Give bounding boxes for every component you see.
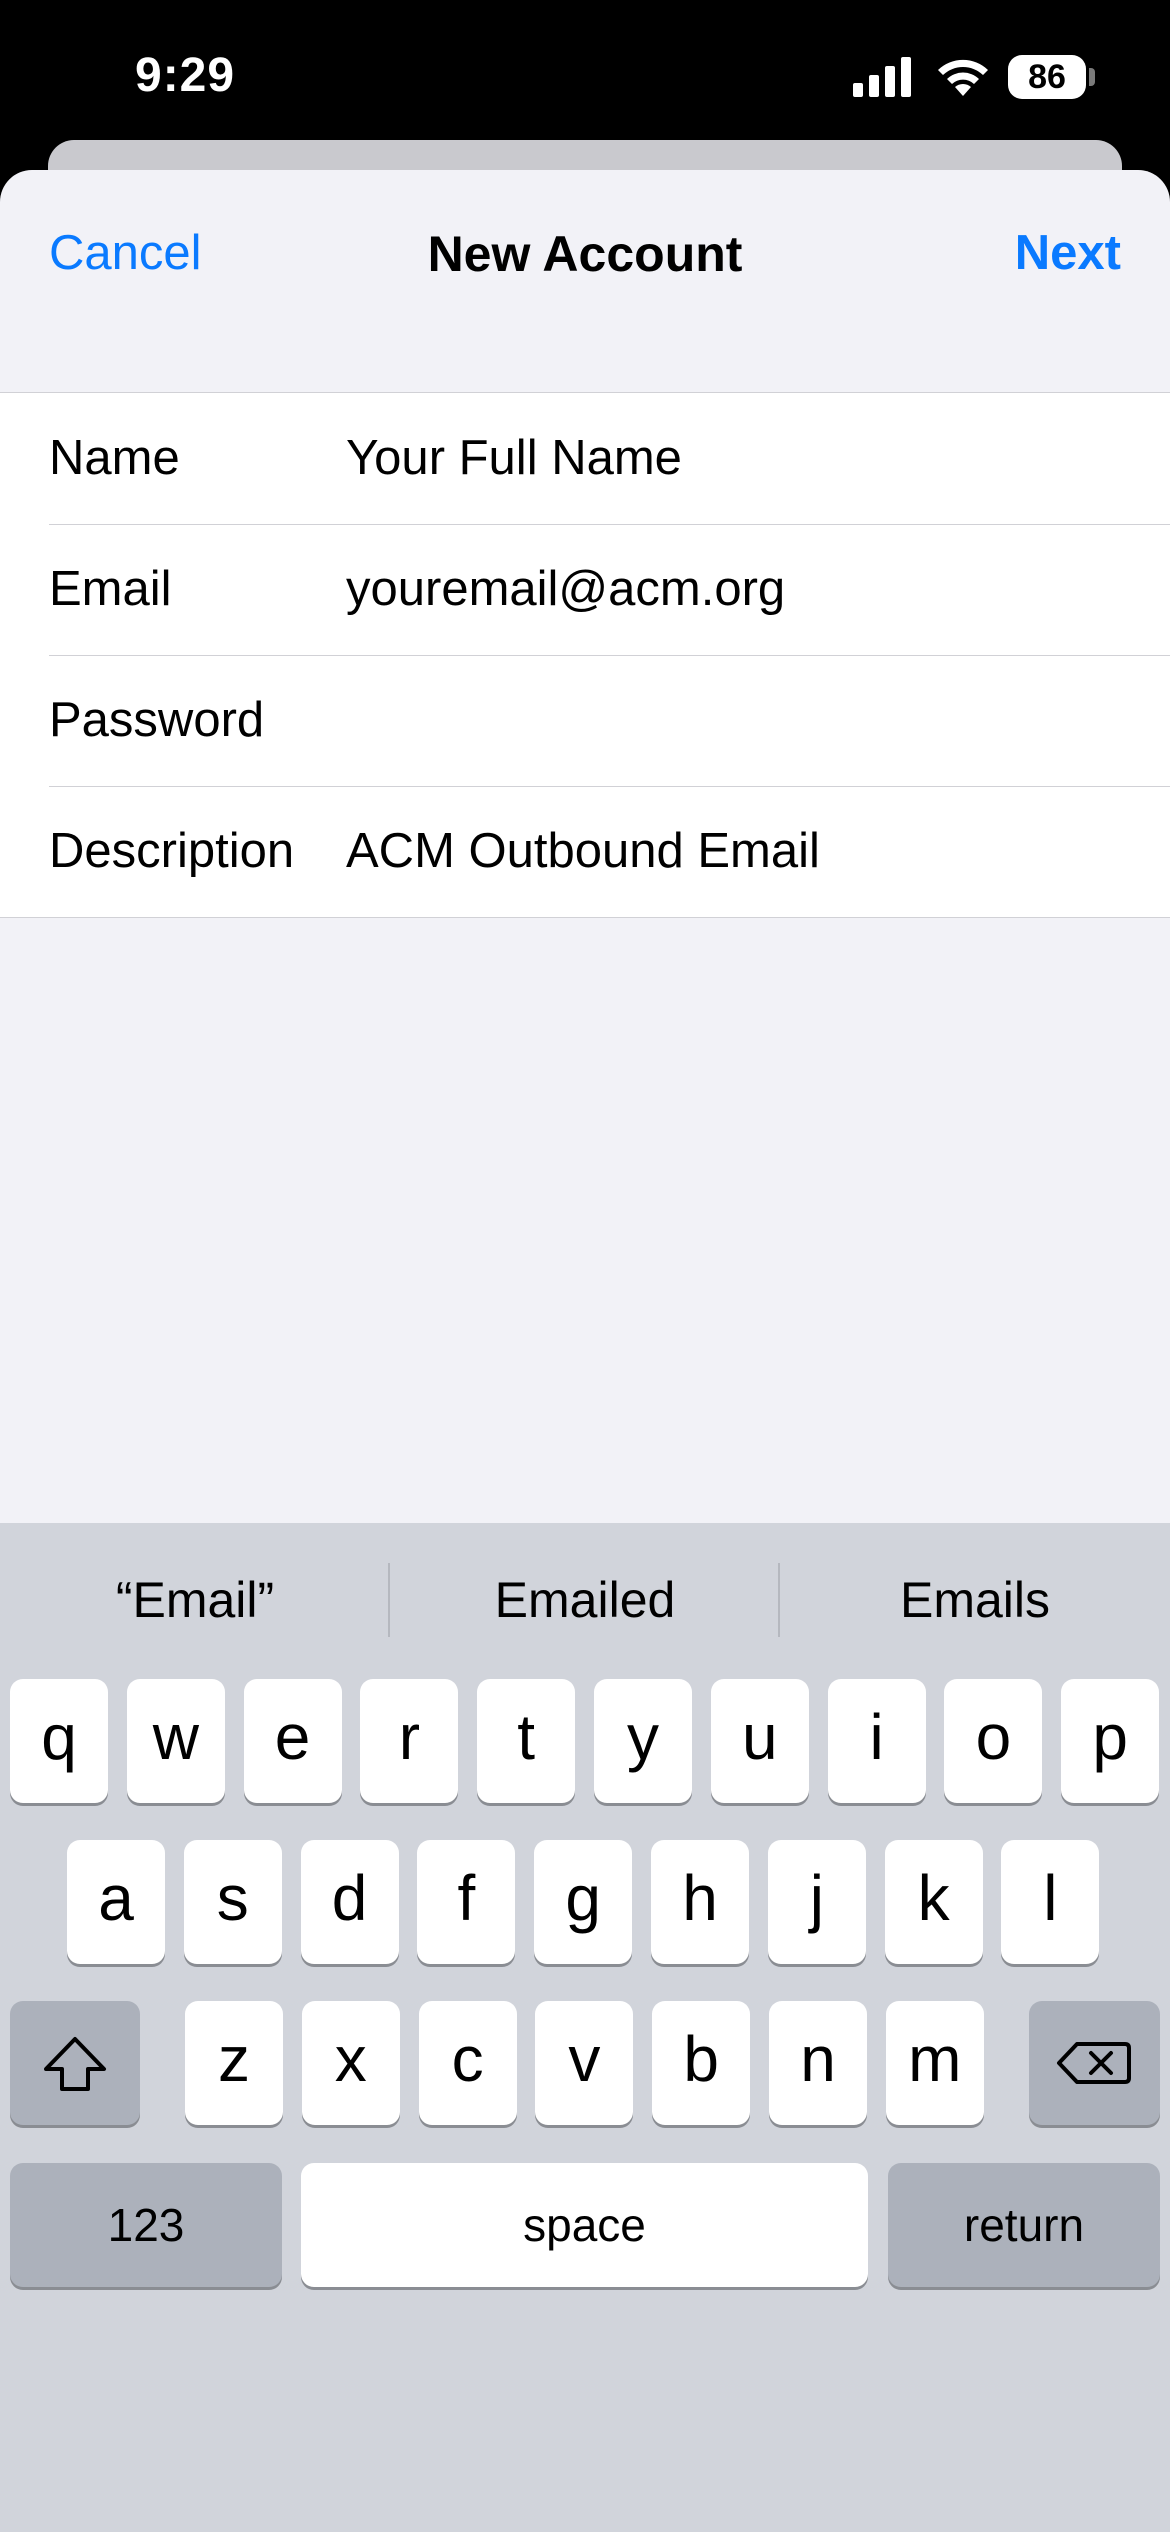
key-label: j <box>809 1862 824 1934</box>
numbers-key[interactable]: 123 <box>10 2163 282 2287</box>
cellular-signal-icon <box>853 57 911 97</box>
suggestion-2[interactable]: Emailed <box>390 1523 780 1678</box>
key-v[interactable]: v <box>535 2001 634 2125</box>
key-l[interactable]: l <box>1001 1840 1100 1964</box>
space-key[interactable]: space <box>301 2163 868 2287</box>
key-label: s <box>216 1862 249 1934</box>
key-f[interactable]: f <box>417 1840 516 1964</box>
key-label: z <box>218 2023 250 2095</box>
battery-tip <box>1089 68 1095 86</box>
key-label: y <box>627 1701 659 1773</box>
email-label: Email <box>49 562 172 616</box>
suggestion-bar: “Email” Emailed Emails <box>0 1523 1170 1678</box>
navigation-bar: Cancel New Account Next <box>0 170 1170 290</box>
key-label: e <box>274 1701 311 1773</box>
key-label: g <box>565 1862 601 1934</box>
key-j[interactable]: j <box>767 1840 866 1964</box>
new-account-sheet: Cancel New Account Next Name Your Full N… <box>0 170 1170 2532</box>
wifi-icon <box>938 59 988 96</box>
key-o[interactable]: o <box>944 1679 1043 1803</box>
key-r[interactable]: r <box>360 1679 459 1803</box>
key-label: v <box>568 2023 601 2095</box>
key-label: c <box>451 2023 484 2095</box>
key-label: x <box>334 2023 367 2095</box>
key-m[interactable]: m <box>885 2001 984 2125</box>
key-label: u <box>742 1701 778 1773</box>
keyboard: “Email” Emailed Emails q w e r t y u i o p a s d f g h j… <box>0 1523 1170 2532</box>
key-label: q <box>41 1701 77 1773</box>
key-n[interactable]: n <box>769 2001 867 2125</box>
email-field[interactable]: youremail@acm.org <box>346 524 1126 655</box>
status-time: 9:29 <box>135 49 236 102</box>
key-label: a <box>98 1862 134 1934</box>
key-h[interactable]: h <box>651 1840 749 1964</box>
key-d[interactable]: d <box>300 1840 399 1964</box>
battery-indicator: 86 <box>1008 55 1086 99</box>
key-label: w <box>152 1701 199 1773</box>
next-button[interactable]: Next <box>1015 225 1121 281</box>
key-s[interactable]: s <box>183 1840 282 1964</box>
name-label: Name <box>49 431 180 485</box>
key-label: f <box>457 1862 476 1934</box>
status-bar: 9:29 86 <box>0 0 1170 150</box>
key-label: i <box>869 1701 884 1773</box>
shift-key[interactable] <box>10 2001 140 2125</box>
key-q[interactable]: q <box>10 1679 108 1803</box>
email-row: Email youremail@acm.org <box>0 524 1170 655</box>
key-e[interactable]: e <box>243 1679 342 1803</box>
key-u[interactable]: u <box>710 1679 809 1803</box>
key-label: n <box>800 2023 836 2095</box>
key-label: d <box>331 1862 368 1934</box>
password-row: Password <box>0 655 1170 786</box>
key-b[interactable]: b <box>652 2001 751 2125</box>
key-g[interactable]: g <box>534 1840 633 1964</box>
suggestion-3[interactable]: Emails <box>780 1523 1170 1678</box>
key-label: r <box>398 1701 421 1773</box>
key-k[interactable]: k <box>884 1840 983 1964</box>
key-y[interactable]: y <box>594 1679 692 1803</box>
return-key[interactable]: return <box>888 2163 1160 2287</box>
key-a[interactable]: a <box>67 1840 165 1964</box>
page-title: New Account <box>427 226 743 282</box>
key-label: k <box>917 1862 950 1934</box>
key-t[interactable]: t <box>477 1679 576 1803</box>
key-label: b <box>683 2023 719 2095</box>
name-field[interactable]: Your Full Name <box>346 393 1126 524</box>
suggestion-1[interactable]: “Email” <box>0 1523 390 1678</box>
name-row: Name Your Full Name <box>0 393 1170 524</box>
key-x[interactable]: x <box>301 2001 400 2125</box>
key-label: p <box>1092 1701 1128 1773</box>
key-label: m <box>908 2023 962 2095</box>
key-label: t <box>517 1701 536 1773</box>
description-label: Description <box>49 824 295 878</box>
key-w[interactable]: w <box>126 1679 225 1803</box>
description-field[interactable]: ACM Outbound Email <box>346 786 1126 917</box>
delete-key[interactable] <box>1029 2001 1160 2125</box>
password-label: Password <box>49 693 265 747</box>
key-c[interactable]: c <box>418 2001 517 2125</box>
key-z[interactable]: z <box>185 2001 283 2125</box>
description-row: Description ACM Outbound Email <box>0 786 1170 917</box>
account-form: Name Your Full Name Email youremail@acm.… <box>0 392 1170 918</box>
key-label: o <box>975 1701 1012 1773</box>
key-p[interactable]: p <box>1061 1679 1160 1803</box>
key-label: h <box>682 1862 718 1934</box>
key-label: l <box>1043 1862 1058 1934</box>
delete-icon <box>1057 2042 1131 2084</box>
shift-icon <box>44 2037 106 2091</box>
key-i[interactable]: i <box>827 1679 926 1803</box>
